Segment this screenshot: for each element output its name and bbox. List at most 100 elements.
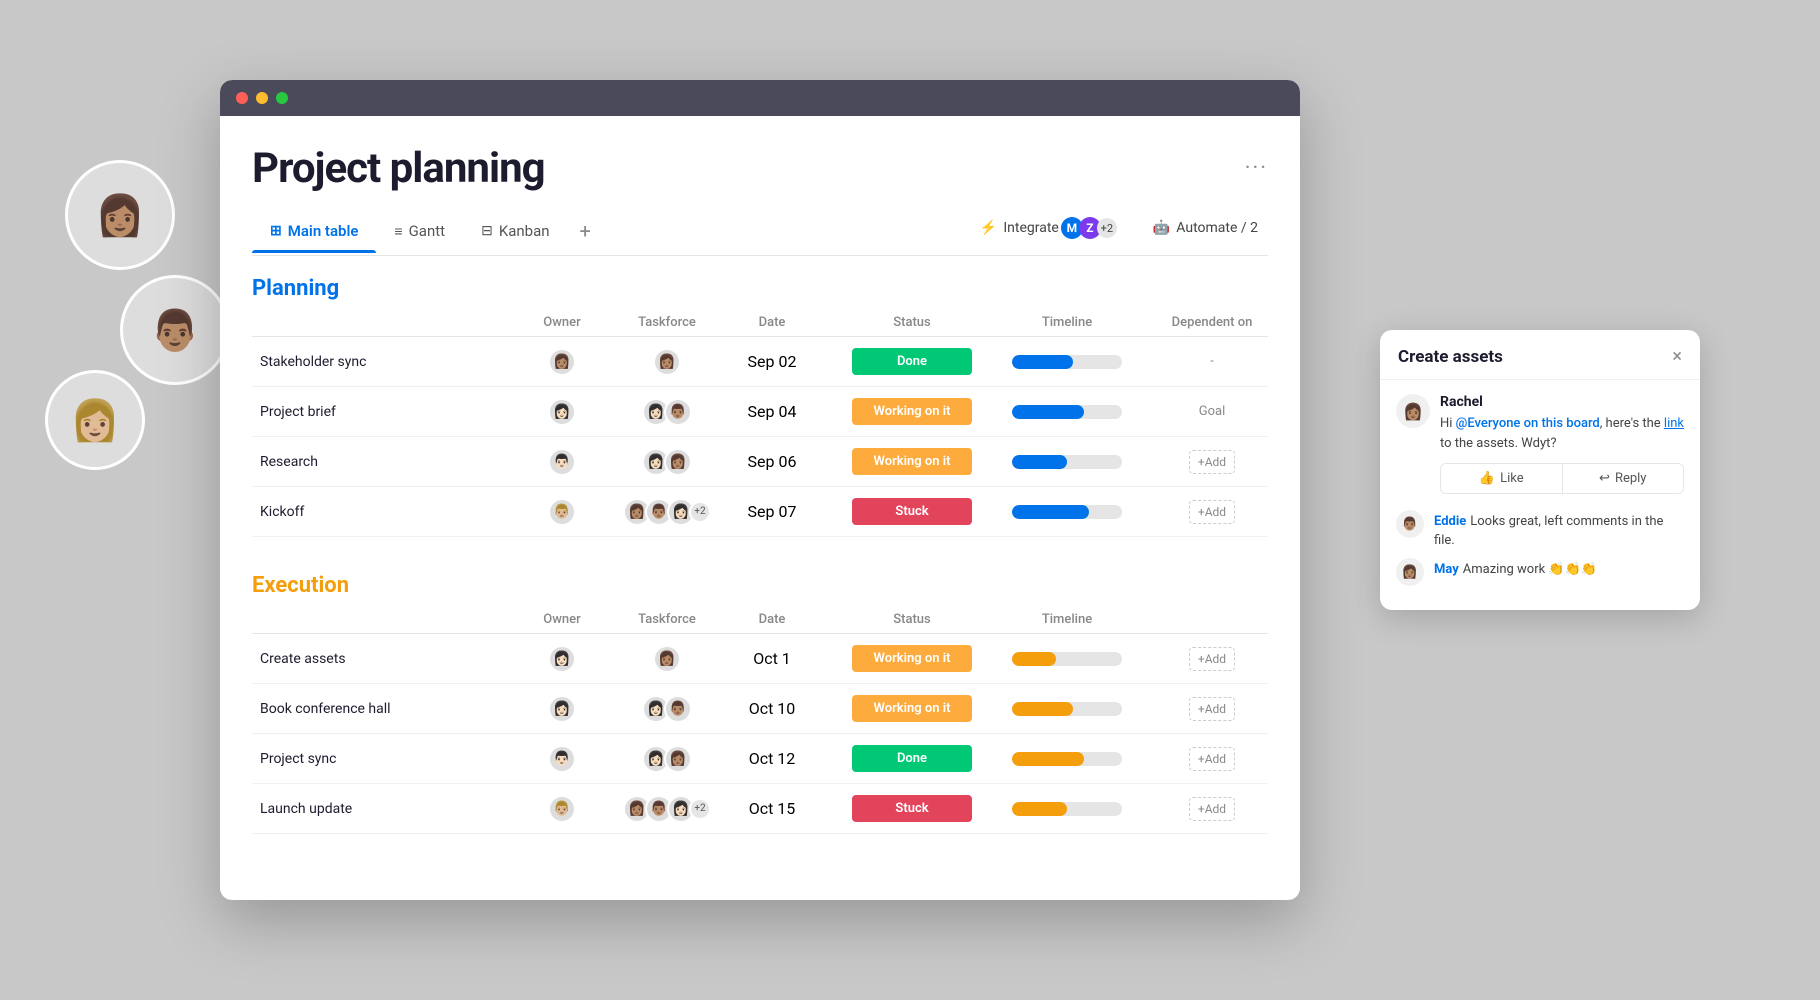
main-table-icon: ⊞ bbox=[270, 223, 282, 239]
dep-add-button[interactable]: +Add bbox=[1189, 500, 1235, 524]
panel-body: 👩🏽 Rachel Hi @Everyone on this board, he… bbox=[1380, 380, 1700, 610]
taskforce-avatars: 👩🏽 👨🏽 👩🏻 +2 bbox=[623, 498, 711, 526]
dots-menu-button[interactable]: ··· bbox=[1245, 156, 1268, 181]
timeline-fill bbox=[1012, 405, 1084, 419]
owner-avatar: 👩🏻 bbox=[548, 695, 576, 723]
date-cell: Oct 15 bbox=[722, 793, 822, 824]
owner-cell: 👨🏻 bbox=[512, 739, 612, 779]
col-header-status-e: Status bbox=[822, 612, 1002, 627]
tf-avatar-2: 👩🏽 bbox=[664, 745, 692, 773]
owner-cell: 👩🏻 bbox=[512, 689, 612, 729]
reply-text-eddie-msg: Looks great, left comments in the file. bbox=[1434, 514, 1663, 548]
status-cell[interactable]: Done bbox=[822, 342, 1002, 381]
dep-cell[interactable]: - bbox=[1132, 348, 1268, 375]
tab-main-table[interactable]: ⊞ Main table bbox=[252, 212, 376, 252]
board-content: Planning Owner Taskforce Date Status Tim… bbox=[252, 256, 1268, 900]
table-row: Launch update 👨🏼 👩🏽 👨🏽 👩🏻 +2 bbox=[252, 784, 1268, 834]
tf-avatar-2: 👩🏽 bbox=[664, 448, 692, 476]
timeline-bar bbox=[1012, 752, 1122, 766]
timeline-cell bbox=[1002, 349, 1132, 375]
dep-add-button[interactable]: +Add bbox=[1189, 697, 1235, 721]
status-badge: Stuck bbox=[852, 498, 972, 525]
taskforce-cell: 👩🏽 bbox=[612, 639, 722, 679]
traffic-light-yellow[interactable] bbox=[256, 92, 268, 104]
reply-label: Reply bbox=[1615, 471, 1647, 486]
tab-gantt[interactable]: ≡ Gantt bbox=[376, 212, 463, 252]
dep-add-button[interactable]: +Add bbox=[1189, 747, 1235, 771]
tab-add-button[interactable]: + bbox=[568, 209, 603, 255]
status-badge: Working on it bbox=[852, 645, 972, 672]
integrate-icon: ⚡ bbox=[980, 220, 997, 236]
timeline-bar bbox=[1012, 652, 1122, 666]
status-badge: Working on it bbox=[852, 448, 972, 475]
traffic-light-green[interactable] bbox=[276, 92, 288, 104]
status-cell[interactable]: Working on it bbox=[822, 639, 1002, 678]
dep-cell[interactable]: +Add bbox=[1132, 444, 1268, 480]
gantt-icon: ≡ bbox=[394, 223, 402, 240]
dep-add-button[interactable]: +Add bbox=[1189, 450, 1235, 474]
status-badge: Done bbox=[852, 745, 972, 772]
date-label: Oct 12 bbox=[749, 749, 796, 768]
timeline-cell bbox=[1002, 499, 1132, 525]
dep-cell[interactable]: +Add bbox=[1132, 641, 1268, 677]
owner-avatar: 👨🏼 bbox=[548, 498, 576, 526]
taskforce-avatars: 👩🏻 👨🏽 bbox=[642, 695, 692, 723]
owner-cell: 👩🏽 bbox=[512, 342, 612, 382]
status-cell[interactable]: Working on it bbox=[822, 689, 1002, 728]
may-avatar: 👩🏽 bbox=[1396, 558, 1424, 586]
status-badge: Working on it bbox=[852, 398, 972, 425]
date-label: Sep 04 bbox=[748, 402, 797, 421]
automate-label: Automate / 2 bbox=[1176, 220, 1258, 236]
execution-section: Execution Owner Taskforce Date Status Ti… bbox=[252, 561, 1268, 834]
row-name-conference[interactable]: Book conference hall bbox=[252, 701, 512, 717]
traffic-light-red[interactable] bbox=[236, 92, 248, 104]
dep-cell[interactable]: +Add bbox=[1132, 791, 1268, 827]
date-label: Sep 07 bbox=[748, 502, 797, 521]
timeline-fill bbox=[1012, 752, 1084, 766]
taskforce-cell: 👩🏽 👨🏽 👩🏻 +2 bbox=[612, 789, 722, 829]
reply-author-eddie: Eddie bbox=[1434, 514, 1466, 529]
row-name-create-assets[interactable]: Create assets bbox=[252, 651, 512, 667]
row-name-project-sync[interactable]: Project sync bbox=[252, 751, 512, 767]
taskforce-avatars: 👩🏽 bbox=[653, 348, 681, 376]
status-cell[interactable]: Working on it bbox=[822, 442, 1002, 481]
comment-mention[interactable]: @Everyone on this board bbox=[1456, 416, 1600, 431]
dep-cell[interactable]: +Add bbox=[1132, 741, 1268, 777]
row-name-research[interactable]: Research bbox=[252, 454, 512, 470]
owner-avatar: 👩🏽 bbox=[548, 348, 576, 376]
status-badge: Working on it bbox=[852, 695, 972, 722]
automate-button[interactable]: 🤖 Automate / 2 bbox=[1143, 215, 1268, 241]
dep-add-button[interactable]: +Add bbox=[1189, 647, 1235, 671]
comment-link[interactable]: link bbox=[1664, 416, 1684, 431]
status-cell[interactable]: Done bbox=[822, 739, 1002, 778]
close-panel-button[interactable]: × bbox=[1672, 346, 1682, 367]
date-cell: Sep 04 bbox=[722, 396, 822, 427]
execution-title: Execution bbox=[252, 561, 1268, 606]
tab-main-table-label: Main table bbox=[288, 222, 359, 240]
timeline-cell bbox=[1002, 746, 1132, 772]
row-name-brief[interactable]: Project brief bbox=[252, 404, 512, 420]
row-name-stakeholder[interactable]: Stakeholder sync bbox=[252, 354, 512, 370]
owner-avatar: 👩🏻 bbox=[548, 398, 576, 426]
row-name-launch[interactable]: Launch update bbox=[252, 801, 512, 817]
comment-text: Hi @Everyone on this board, here's the l… bbox=[1440, 414, 1684, 453]
planning-section: Planning Owner Taskforce Date Status Tim… bbox=[252, 264, 1268, 537]
tf-avatar-1: 👩🏽 bbox=[653, 348, 681, 376]
dep-cell[interactable]: +Add bbox=[1132, 691, 1268, 727]
table-row: Project brief 👩🏻 👩🏻 👨🏽 Sep bbox=[252, 387, 1268, 437]
dep-cell[interactable]: Goal bbox=[1132, 398, 1268, 425]
col-header-name bbox=[252, 315, 512, 330]
row-name-kickoff[interactable]: Kickoff bbox=[252, 504, 512, 520]
dep-cell[interactable]: +Add bbox=[1132, 494, 1268, 530]
eddie-avatar: 👨🏽 bbox=[1396, 510, 1424, 538]
tab-kanban[interactable]: ⊟ Kanban bbox=[463, 212, 567, 252]
dep-add-button[interactable]: +Add bbox=[1189, 797, 1235, 821]
tf-avatar-1: 👩🏽 bbox=[653, 645, 681, 673]
status-cell[interactable]: Stuck bbox=[822, 789, 1002, 828]
integrate-button[interactable]: ⚡ Integrate M Z +2 bbox=[970, 212, 1127, 244]
reply-button[interactable]: ↩ Reply bbox=[1562, 464, 1684, 493]
like-button[interactable]: 👍 Like bbox=[1441, 464, 1562, 493]
status-cell[interactable]: Stuck bbox=[822, 492, 1002, 531]
tf-avatar-2: 👨🏽 bbox=[664, 695, 692, 723]
status-cell[interactable]: Working on it bbox=[822, 392, 1002, 431]
